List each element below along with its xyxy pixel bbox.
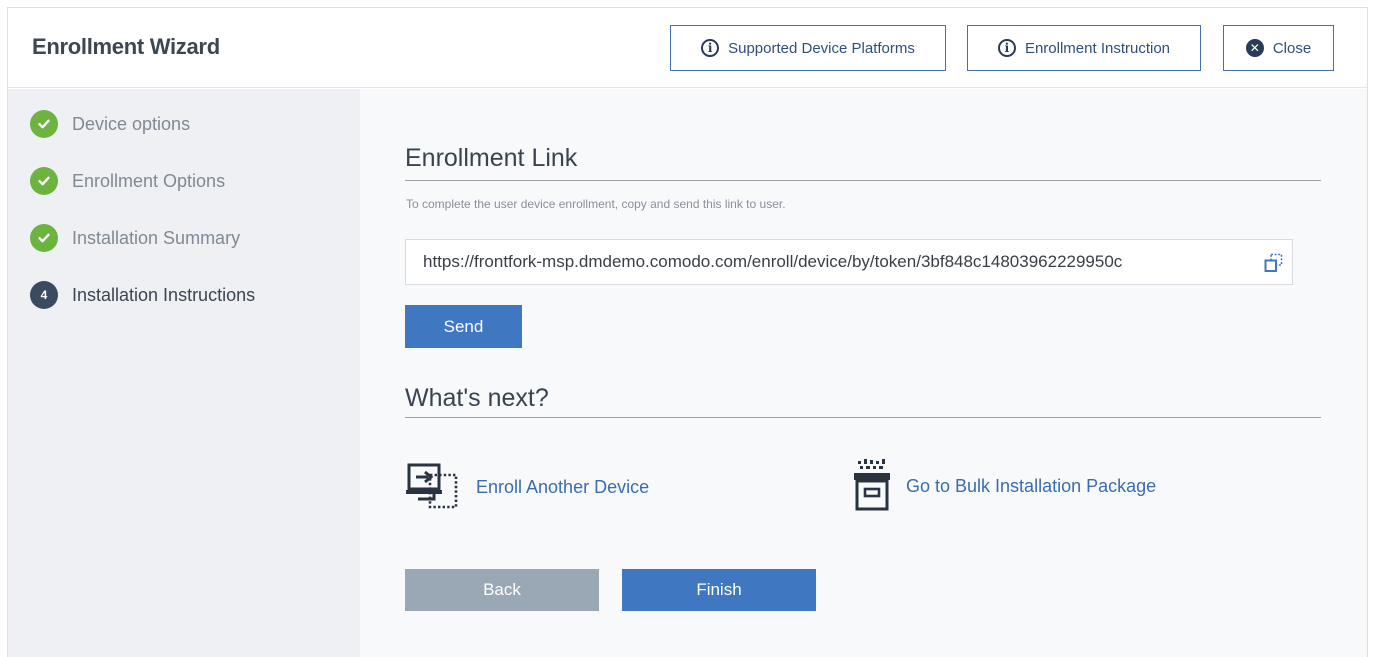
step-device-options[interactable]: Device options (30, 110, 190, 138)
enrollment-instruction-button[interactable]: i Enrollment Instruction (967, 25, 1201, 71)
close-icon: ✕ (1245, 39, 1264, 57)
step-label: Installation Instructions (72, 284, 256, 305)
enroll-device-icon (406, 461, 462, 513)
enrollment-link-field[interactable]: https://frontfork-msp.dmdemo.comodo.com/… (405, 239, 1293, 285)
enrollment-link-value: https://frontfork-msp.dmdemo.comodo.com/… (423, 252, 1123, 271)
step-label: Device options (72, 113, 191, 134)
close-button[interactable]: ✕ Close (1223, 25, 1334, 71)
copy-icon[interactable] (1264, 253, 1284, 273)
supported-device-platforms-label: Supported Device Platforms (728, 39, 915, 57)
bulk-installation-package-label: Go to Bulk Installation Package (906, 475, 1157, 496)
close-label: Close (1272, 39, 1312, 57)
enroll-another-device-label: Enroll Another Device (476, 476, 650, 497)
supported-device-platforms-button[interactable]: i Supported Device Platforms (670, 25, 946, 71)
wizard-content: Enrollment Link To complete the user dev… (360, 89, 1367, 657)
section-divider (405, 417, 1321, 418)
whats-next-heading: What's next? (405, 384, 549, 412)
enrollment-link-hint: To complete the user device enrollment, … (406, 197, 786, 211)
bulk-installation-package-link[interactable]: Go to Bulk Installation Package (852, 459, 1156, 513)
check-icon (30, 110, 58, 138)
wizard-steps-sidebar: Device options Enrollment Options Instal… (8, 89, 360, 657)
step-installation-summary[interactable]: Installation Summary (30, 224, 240, 252)
info-icon: i (997, 39, 1016, 57)
page-title: Enrollment Wizard (32, 34, 220, 59)
enroll-another-device-link[interactable]: Enroll Another Device (406, 461, 649, 513)
enrollment-instruction-label: Enrollment Instruction (1024, 39, 1171, 57)
step-installation-instructions[interactable]: 4 Installation Instructions (30, 281, 255, 309)
finish-button[interactable]: Finish (622, 569, 816, 611)
back-button[interactable]: Back (405, 569, 599, 611)
bulk-package-icon (852, 459, 892, 513)
section-divider (405, 180, 1321, 181)
step-label: Enrollment Options (72, 170, 226, 191)
step-enrollment-options[interactable]: Enrollment Options (30, 167, 225, 195)
enrollment-link-heading: Enrollment Link (405, 144, 578, 172)
check-icon (30, 224, 58, 252)
step-number-badge: 4 (30, 281, 58, 309)
info-icon: i (701, 39, 720, 57)
dialog-header: Enrollment Wizard i Supported Device Pla… (8, 8, 1367, 88)
send-button[interactable]: Send (405, 305, 522, 348)
enrollment-wizard-dialog: Enrollment Wizard i Supported Device Pla… (7, 7, 1368, 657)
check-icon (30, 167, 58, 195)
step-label: Installation Summary (72, 227, 241, 248)
